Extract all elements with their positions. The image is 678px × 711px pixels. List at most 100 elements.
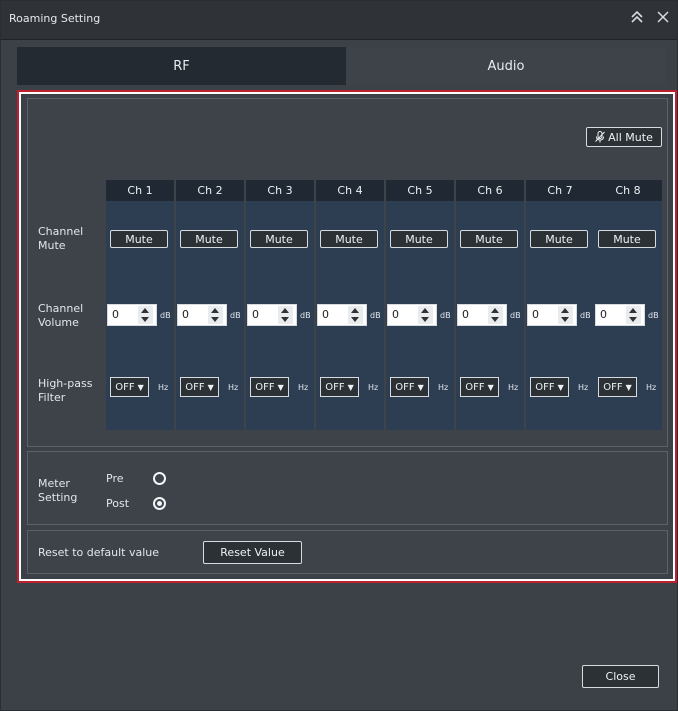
reset-value-button[interactable]: Reset Value <box>203 541 302 564</box>
channel-volume-stepper[interactable]: 0 <box>595 304 645 326</box>
volume-spin-icon[interactable] <box>558 306 573 324</box>
volume-unit-label: dB <box>160 311 171 320</box>
window-title: Roaming Setting <box>9 12 101 25</box>
filter-value: OFF <box>325 381 345 393</box>
title-bar: Roaming Setting <box>1 1 677 40</box>
filter-value: OFF <box>185 381 205 393</box>
volume-unit-label: dB <box>440 311 451 320</box>
volume-spin-icon[interactable] <box>488 306 503 324</box>
channel-header: Ch 7 <box>526 180 594 201</box>
volume-spin-icon[interactable] <box>348 306 363 324</box>
chevron-down-icon: ▼ <box>207 382 214 392</box>
channel-mute-label: Channel Mute <box>38 225 84 252</box>
channel-mute-button[interactable]: Mute <box>530 230 588 248</box>
high-pass-filter-select[interactable]: OFF ▼ <box>250 377 289 397</box>
meter-setting-panel <box>27 451 668 525</box>
all-mute-button[interactable]: All Mute <box>586 127 662 147</box>
tab-audio[interactable]: Audio <box>346 47 666 85</box>
channel-column: Ch 3 Mute 0 dB OFF ▼ Hz <box>246 180 314 430</box>
volume-spin-icon[interactable] <box>626 306 641 324</box>
meter-post-radio[interactable] <box>153 497 166 510</box>
channel-mute-button[interactable]: Mute <box>460 230 518 248</box>
channel-volume-stepper[interactable]: 0 <box>527 304 577 326</box>
channel-volume-value: 0 <box>532 308 539 321</box>
high-pass-filter-select[interactable]: OFF ▼ <box>530 377 569 397</box>
channel-volume-stepper[interactable]: 0 <box>177 304 227 326</box>
filter-value: OFF <box>255 381 275 393</box>
tab-rf[interactable]: RF <box>17 47 346 85</box>
chevron-down-icon: ▼ <box>417 382 424 392</box>
meter-pre-radio[interactable] <box>153 472 166 485</box>
channel-header: Ch 1 <box>106 180 174 201</box>
high-pass-filter-select[interactable]: OFF ▼ <box>110 377 149 397</box>
filter-unit-label: Hz <box>646 383 657 392</box>
channel-volume-value: 0 <box>392 308 399 321</box>
channel-volume-stepper[interactable]: 0 <box>317 304 367 326</box>
channel-header: Ch 5 <box>386 180 454 201</box>
channel-header: Ch 8 <box>594 180 662 201</box>
volume-unit-label: dB <box>370 311 381 320</box>
channel-volume-stepper[interactable]: 0 <box>107 304 157 326</box>
channel-volume-value: 0 <box>182 308 189 321</box>
high-pass-filter-select[interactable]: OFF ▼ <box>598 377 637 397</box>
filter-value: OFF <box>115 381 135 393</box>
volume-spin-icon[interactable] <box>418 306 433 324</box>
volume-unit-label: dB <box>300 311 311 320</box>
channel-mute-button[interactable]: Mute <box>320 230 378 248</box>
volume-unit-label: dB <box>648 311 659 320</box>
filter-unit-label: Hz <box>578 383 589 392</box>
channel-volume-stepper[interactable]: 0 <box>387 304 437 326</box>
high-pass-filter-label: High-pass Filter <box>38 377 93 404</box>
channel-volume-value: 0 <box>112 308 119 321</box>
high-pass-filter-select[interactable]: OFF ▼ <box>180 377 219 397</box>
channel-column: Ch 1 Mute 0 dB OFF ▼ Hz <box>106 180 174 430</box>
filter-unit-label: Hz <box>368 383 379 392</box>
volume-spin-icon[interactable] <box>278 306 293 324</box>
filter-value: OFF <box>603 381 623 393</box>
volume-spin-icon[interactable] <box>208 306 223 324</box>
channel-volume-stepper[interactable]: 0 <box>457 304 507 326</box>
channel-mute-button[interactable]: Mute <box>180 230 238 248</box>
channel-volume-stepper[interactable]: 0 <box>247 304 297 326</box>
channel-mute-button[interactable]: Mute <box>598 230 656 248</box>
tab-bar: RF Audio <box>17 47 666 85</box>
filter-unit-label: Hz <box>298 383 309 392</box>
channel-header: Ch 2 <box>176 180 244 201</box>
chevron-down-icon: ▼ <box>625 382 632 392</box>
channel-mute-button[interactable]: Mute <box>250 230 308 248</box>
channel-column: Ch 6 Mute 0 dB OFF ▼ Hz <box>456 180 524 430</box>
high-pass-filter-select[interactable]: OFF ▼ <box>320 377 359 397</box>
high-pass-filter-select[interactable]: OFF ▼ <box>390 377 429 397</box>
chevron-down-icon: ▼ <box>487 382 494 392</box>
channel-column: Ch 4 Mute 0 dB OFF ▼ Hz <box>316 180 384 430</box>
channel-column: Ch 5 Mute 0 dB OFF ▼ Hz <box>386 180 454 430</box>
channel-grid: Ch 1 Mute 0 dB OFF ▼ Hz Ch 2 Mute 0 dB OF… <box>106 180 662 430</box>
channel-volume-value: 0 <box>462 308 469 321</box>
filter-value: OFF <box>535 381 555 393</box>
channel-mute-button[interactable]: Mute <box>390 230 448 248</box>
channel-column: Ch 7 Mute 0 dB OFF ▼ Hz <box>526 180 594 430</box>
meter-option-post-label: Post <box>106 497 130 510</box>
channel-column: Ch 2 Mute 0 dB OFF ▼ Hz <box>176 180 244 430</box>
volume-unit-label: dB <box>510 311 521 320</box>
channel-mute-button[interactable]: Mute <box>110 230 168 248</box>
microphone-mute-icon <box>595 131 606 143</box>
high-pass-filter-select[interactable]: OFF ▼ <box>460 377 499 397</box>
meter-setting-label: Meter Setting <box>38 477 78 504</box>
roaming-setting-window: Roaming Setting RF Audio All Mute Channe… <box>0 0 678 711</box>
volume-unit-label: dB <box>230 311 241 320</box>
channel-header: Ch 3 <box>246 180 314 201</box>
collapse-icon[interactable] <box>629 9 645 29</box>
reset-label: Reset to default value <box>38 546 160 559</box>
chevron-down-icon: ▼ <box>137 382 144 392</box>
close-icon[interactable] <box>656 9 670 29</box>
filter-value: OFF <box>395 381 415 393</box>
chevron-down-icon: ▼ <box>277 382 284 392</box>
all-mute-label: All Mute <box>608 130 653 144</box>
filter-unit-label: Hz <box>438 383 449 392</box>
volume-spin-icon[interactable] <box>138 306 153 324</box>
close-button[interactable]: Close <box>582 665 659 688</box>
filter-unit-label: Hz <box>158 383 169 392</box>
filter-unit-label: Hz <box>228 383 239 392</box>
meter-option-pre-label: Pre <box>106 472 124 485</box>
